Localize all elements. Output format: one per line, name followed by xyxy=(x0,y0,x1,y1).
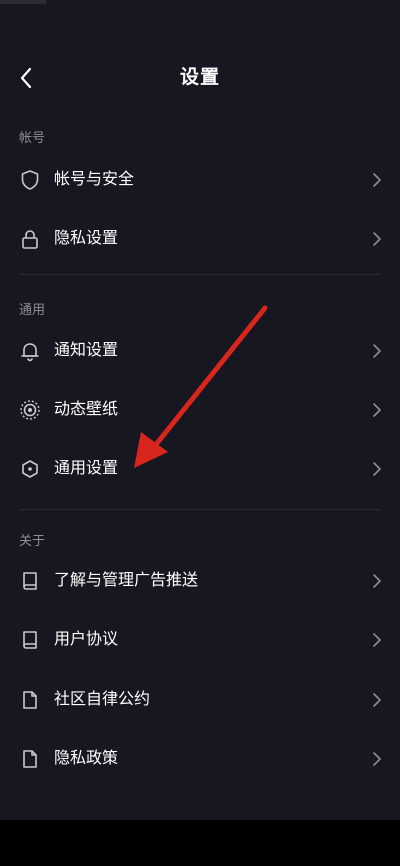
settings-item-community-guidelines[interactable]: 社区自律公约 xyxy=(0,672,400,728)
section-divider xyxy=(19,274,381,275)
settings-item-general-settings[interactable]: 通用设置 xyxy=(0,441,400,497)
settings-item-label: 通知设置 xyxy=(54,340,119,359)
settings-item-notifications[interactable]: 通知设置 xyxy=(0,323,400,379)
chevron-right-icon xyxy=(373,633,381,647)
bottom-black-bar xyxy=(0,820,400,866)
lock-icon xyxy=(22,230,38,249)
settings-screen: 设置 帐号 帐号与安全 隐私设置 通用 通知设置 动态壁纸 通用设置 关于 了解… xyxy=(0,0,400,866)
settings-item-label: 通用设置 xyxy=(54,458,119,477)
section-divider xyxy=(19,509,381,510)
wallpaper-icon xyxy=(20,400,40,420)
settings-item-privacy-policy[interactable]: 隐私政策 xyxy=(0,731,400,787)
chevron-right-icon xyxy=(373,403,381,417)
book-icon xyxy=(23,572,37,590)
settings-item-label: 用户协议 xyxy=(54,629,119,648)
settings-item-ad-management[interactable]: 了解与管理广告推送 xyxy=(0,553,400,609)
settings-item-label: 隐私设置 xyxy=(54,228,119,247)
settings-item-privacy[interactable]: 隐私设置 xyxy=(0,211,400,267)
settings-item-label: 隐私政策 xyxy=(54,748,119,767)
settings-item-label: 了解与管理广告推送 xyxy=(54,570,199,589)
chevron-right-icon xyxy=(373,173,381,187)
chevron-right-icon xyxy=(373,232,381,246)
settings-item-live-wallpaper[interactable]: 动态壁纸 xyxy=(0,382,400,438)
book-icon xyxy=(23,631,37,649)
chevron-right-icon xyxy=(373,344,381,358)
bell-icon xyxy=(21,343,39,362)
chevron-right-icon xyxy=(373,462,381,476)
chevron-right-icon xyxy=(373,693,381,707)
document-icon xyxy=(23,750,37,768)
status-bar-fragment xyxy=(0,0,46,4)
hexagon-icon xyxy=(22,460,38,478)
page-title: 设置 xyxy=(179,66,220,88)
section-header-general: 通用 xyxy=(19,303,46,318)
chevron-right-icon xyxy=(373,574,381,588)
section-header-about: 关于 xyxy=(19,534,46,549)
shield-icon xyxy=(21,170,39,190)
chevron-right-icon xyxy=(373,752,381,766)
section-header-account: 帐号 xyxy=(19,131,46,146)
settings-item-label: 社区自律公约 xyxy=(54,689,151,708)
settings-item-account-security[interactable]: 帐号与安全 xyxy=(0,152,400,208)
settings-item-user-agreement[interactable]: 用户协议 xyxy=(0,612,400,668)
top-navigation-bar: 设置 xyxy=(0,40,400,114)
settings-item-label: 动态壁纸 xyxy=(54,399,119,418)
document-icon xyxy=(23,691,37,709)
settings-item-label: 帐号与安全 xyxy=(54,169,135,188)
